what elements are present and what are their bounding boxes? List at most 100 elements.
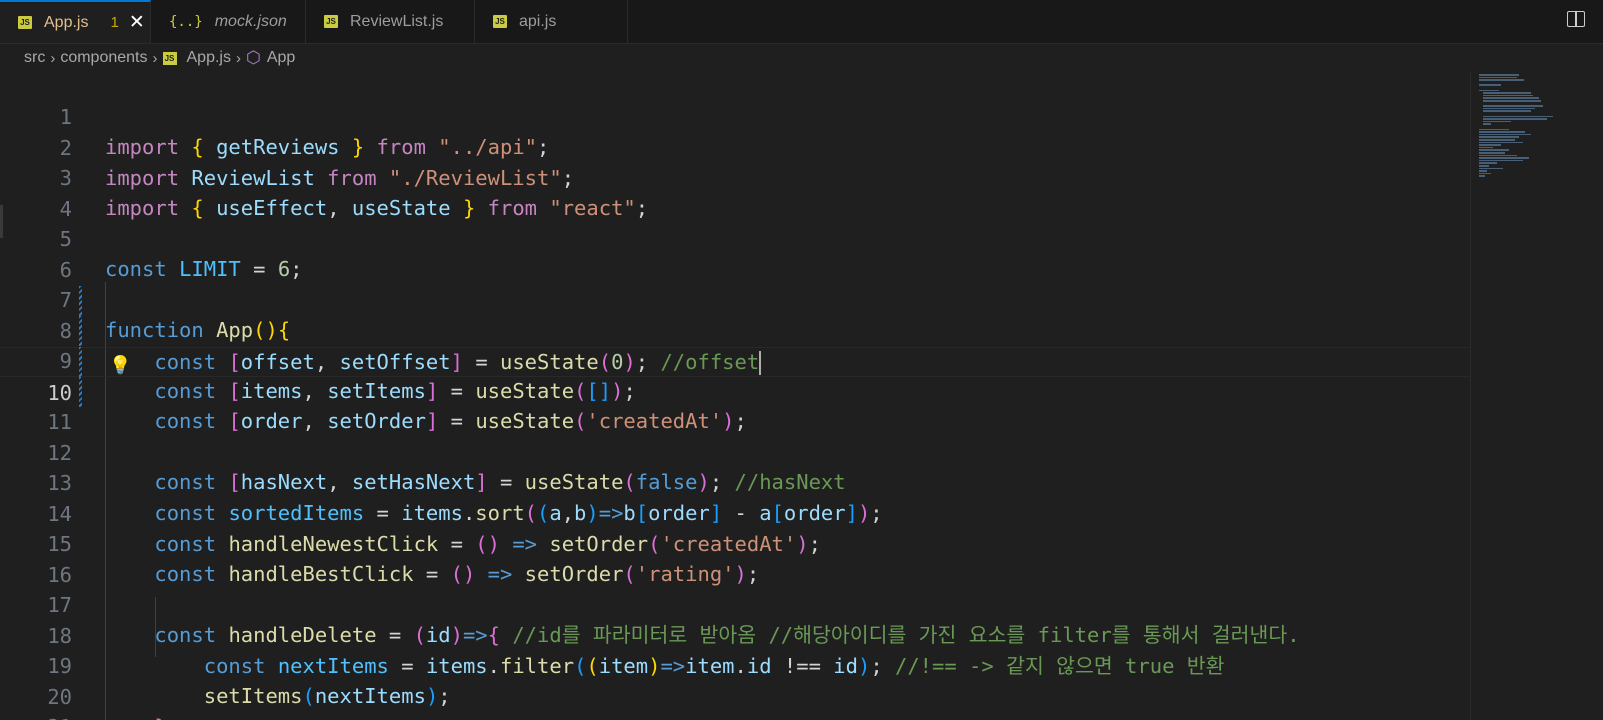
minimap-line [1479, 167, 1503, 170]
minimap-line [1479, 74, 1519, 76]
chevron-right-icon: › [235, 49, 241, 67]
tab-app-js[interactable]: JS App.js 1 ✕ [0, 0, 151, 43]
code-line: 2 import ReviewList from "./ReviewList"; [0, 103, 1470, 190]
code-line: 1 import { getReviews } from "../api"; [0, 72, 1470, 159]
minimap-line [1483, 100, 1541, 102]
javascript-file-icon: JS [162, 51, 177, 65]
bracket: [ [228, 349, 241, 374]
function-call: useState [500, 349, 599, 374]
javascript-file-icon: JS [324, 15, 338, 28]
minimap-line [1479, 162, 1497, 164]
minimap-line [1479, 139, 1515, 141]
code-line: 3 import { useEffect, useState } from "r… [0, 133, 1470, 220]
minimap-line [1479, 170, 1487, 172]
code-line: 14 const handleNewestClick = () => setOr… [0, 469, 1470, 556]
minimap-line [1479, 76, 1517, 79]
minimap-line [1479, 89, 1499, 92]
minimap-line [1479, 136, 1519, 138]
code-line: 18 const nextItems = items.filter((item)… [0, 591, 1470, 678]
breadcrumb-item-symbol[interactable]: App [267, 49, 295, 67]
minimap-line [1483, 105, 1543, 107]
identifier: setOffset [339, 349, 451, 374]
json-file-icon: {..} [169, 13, 203, 30]
text-cursor [759, 350, 762, 375]
chevron-right-icon: › [50, 49, 56, 67]
minimap-line [1479, 157, 1529, 159]
tab-api-js[interactable]: JS api.js [475, 0, 628, 43]
code-line: 11 const [hasNext, setHasNext] = useStat… [0, 377, 1470, 494]
minimap-line [1483, 107, 1535, 110]
chevron-right-icon: › [152, 49, 158, 67]
tab-label: ReviewList.js [350, 12, 444, 30]
breadcrumb: src › components › JS App.js › ⬡ App [24, 46, 295, 70]
minimap-line [1479, 154, 1517, 157]
breadcrumb-item-src[interactable]: src [24, 49, 45, 67]
split-editor-icon[interactable] [1567, 11, 1585, 27]
minimap-line [1479, 165, 1489, 167]
modified-line-indicator[interactable] [79, 285, 82, 316]
tab-label: mock.json [214, 12, 287, 30]
minimap-line [1479, 128, 1509, 131]
code-line: 15 const handleBestClick = () => setOrde… [0, 499, 1470, 586]
code-line: 6 [0, 225, 1470, 282]
punctuation: , [314, 349, 328, 374]
minimap-line [1483, 118, 1547, 120]
minimap-line [1479, 131, 1525, 133]
line-number: 21 [0, 712, 72, 720]
vertical-scrollbar[interactable] [1589, 72, 1603, 720]
code-line: 16 [0, 530, 1470, 587]
minimap-line [1479, 146, 1493, 149]
tab-mock-json[interactable]: {..} mock.json [151, 0, 306, 43]
comment: //offset [660, 349, 760, 374]
bracket: ( [598, 349, 612, 374]
minimap-line [1479, 133, 1531, 136]
bracket: ) [623, 349, 636, 374]
breadcrumb-item-components[interactable]: components [60, 49, 147, 67]
code-line: 9 const [order, setOrder] = useState('cr… [0, 316, 1470, 433]
editor-tab-bar: JS App.js 1 ✕ {..} mock.json JS ReviewLi… [0, 0, 1603, 44]
modified-line-indicator[interactable] [79, 377, 82, 407]
operator: = [475, 349, 488, 374]
code-line: 17 const handleDelete = (id)=>{ //id를 파라… [0, 560, 1470, 647]
number: 0 [611, 349, 624, 374]
code-line: 5 const LIMIT = 6; [0, 194, 1470, 281]
symbol-cube-icon: ⬡ [245, 48, 261, 67]
minimap-line [1483, 94, 1533, 97]
tab-label: api.js [519, 12, 557, 30]
code-line-current: 10 💡 const [offset, setOffset] = useStat… [0, 346, 1470, 405]
bracket: ] [450, 349, 463, 374]
minimap-line [1479, 79, 1524, 81]
javascript-file-icon: JS [493, 15, 507, 28]
modified-line-indicator[interactable] [79, 316, 82, 346]
tab-reviewlist-js[interactable]: JS ReviewList.js [306, 0, 475, 43]
minimap-line [1479, 152, 1505, 154]
punctuation: ; [635, 349, 649, 374]
problem-count-badge: 1 [110, 14, 119, 31]
code-line: 20 } [0, 652, 1470, 720]
code-editor[interactable]: 1 import { getReviews } from "../api"; 2… [0, 72, 1470, 720]
minimap-line [1483, 110, 1531, 112]
minimap-line [1479, 149, 1509, 151]
minimap-line [1479, 159, 1523, 162]
minimap-line [1479, 141, 1523, 144]
code-line: 7 function App(){ [0, 255, 1470, 342]
code-line: 8 const [items, setItems] = useState([])… [0, 285, 1470, 403]
minimap-line [1483, 123, 1491, 125]
minimap-line [1479, 175, 1485, 177]
minimap-line [1479, 172, 1491, 175]
minimap-line [1483, 115, 1553, 118]
tab-label: App.js [44, 13, 89, 31]
minimap-line [1479, 144, 1501, 146]
close-icon[interactable]: ✕ [129, 11, 145, 34]
identifier: offset [240, 349, 315, 374]
bracket: } [154, 715, 166, 720]
minimap-line [1483, 92, 1531, 94]
code-line: 12 [0, 408, 1470, 465]
breadcrumb-item-file[interactable]: App.js [187, 49, 231, 67]
minimap-line [1483, 120, 1511, 123]
modified-line-indicator[interactable] [79, 346, 82, 377]
code-line: 19 setItems(nextItems); [0, 621, 1470, 708]
code-line: 21 [0, 682, 1470, 720]
minimap[interactable] [1470, 72, 1589, 720]
code-line: 4 [0, 164, 1470, 221]
